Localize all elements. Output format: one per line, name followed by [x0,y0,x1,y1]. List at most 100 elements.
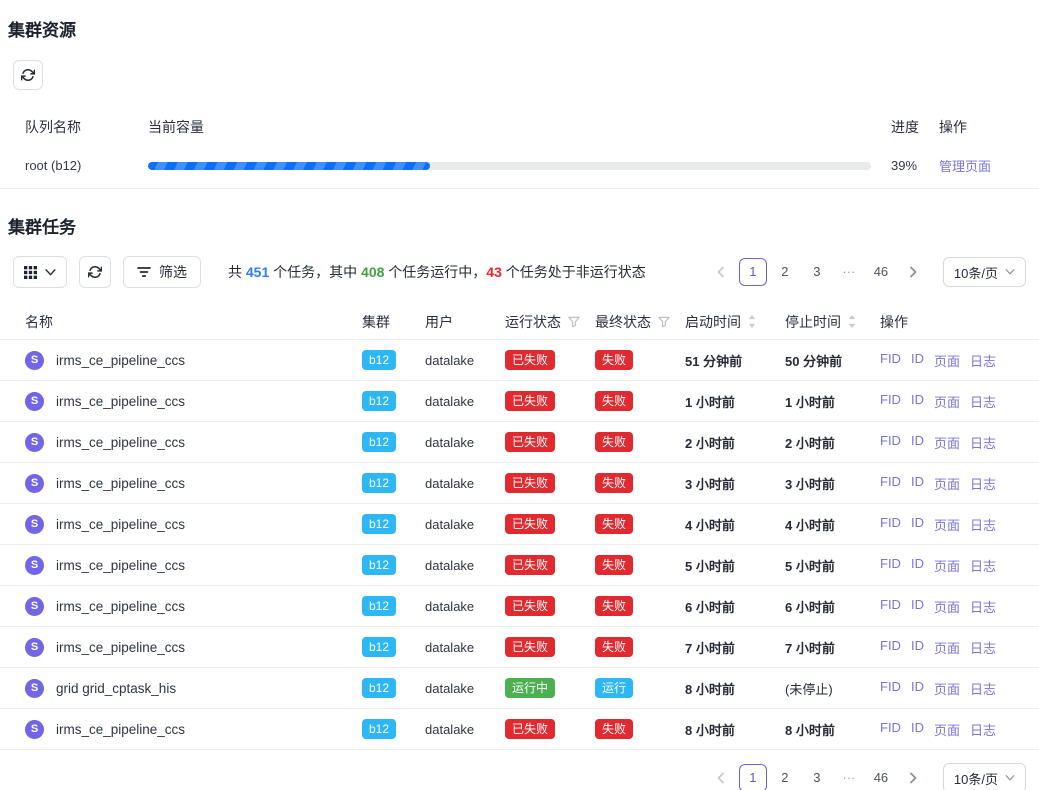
page-button-46[interactable]: 46 [867,258,895,286]
action-link-id[interactable]: ID [911,474,924,493]
avatar: S [25,638,44,657]
sort-icon[interactable] [748,315,756,328]
action-link-id[interactable]: ID [911,392,924,411]
action-link-id[interactable]: ID [911,351,924,370]
col-start-time: 启动时间 [685,312,785,332]
action-link-id[interactable]: ID [911,597,924,616]
action-link-id[interactable]: ID [911,556,924,575]
action-link-fid[interactable]: FID [880,433,901,452]
action-link-log[interactable]: 日志 [970,515,996,534]
run-status-badge: 已失败 [505,596,555,616]
stop-time: 50 分钟前 [785,351,880,370]
next-page-button[interactable] [899,764,927,790]
filter-funnel-icon[interactable] [568,316,580,328]
avatar: S [25,392,44,411]
action-link-fid[interactable]: FID [880,392,901,411]
action-link-id[interactable]: ID [911,679,924,698]
user-name: datalake [425,681,505,696]
page-button-3[interactable]: 3 [803,764,831,790]
col-cluster: 集群 [362,312,425,332]
action-link-page[interactable]: 页面 [934,556,960,575]
action-link-page[interactable]: 页面 [934,679,960,698]
task-name-cell: Sirms_ce_pipeline_ccs [25,351,362,370]
summary-text: 个任务运行中， [384,264,486,280]
action-link-log[interactable]: 日志 [970,433,996,452]
page-button-2[interactable]: 2 [771,764,799,790]
tasks-refresh-button[interactable] [79,256,111,288]
task-name: irms_ce_pipeline_ccs [56,394,185,409]
action-link-fid[interactable]: FID [880,720,901,739]
action-link-fid[interactable]: FID [880,597,901,616]
sort-icon[interactable] [848,315,856,328]
action-link-id[interactable]: ID [911,720,924,739]
start-time: 1 小时前 [685,392,785,411]
page-button-3[interactable]: 3 [803,258,831,286]
avatar: S [25,720,44,739]
row-actions: FID ID 页面日志 [880,433,1025,452]
page-button-1[interactable]: 1 [739,258,767,286]
table-row: Sgrid grid_cptask_hisb12datalake运行中运行8 小… [0,668,1039,709]
filter-button-label: 筛选 [159,262,187,282]
page-ellipsis[interactable]: ··· [835,764,863,790]
grid-icon [24,266,37,279]
cluster-resources-title: 集群资源 [8,16,1039,41]
action-link-page[interactable]: 页面 [934,392,960,411]
action-link-fid[interactable]: FID [880,679,901,698]
nonrunning-count: 43 [486,264,502,280]
final-status-badge: 失败 [595,432,633,452]
action-link-page[interactable]: 页面 [934,720,960,739]
action-link-log[interactable]: 日志 [970,556,996,575]
action-link-log[interactable]: 日志 [970,351,996,370]
filter-button[interactable]: 筛选 [123,256,201,288]
start-time: 8 小时前 [685,679,785,698]
row-actions: FID ID 页面日志 [880,638,1025,657]
final-status-badge: 失败 [595,719,633,739]
page-button-1[interactable]: 1 [739,764,767,790]
action-link-log[interactable]: 日志 [970,720,996,739]
action-link-page[interactable]: 页面 [934,474,960,493]
table-row: Sirms_ce_pipeline_ccsb12datalake已失败失败3 小… [0,463,1039,504]
col-stop-time: 停止时间 [785,312,880,332]
action-link-fid[interactable]: FID [880,351,901,370]
cluster-tag: b12 [362,350,396,370]
action-link-id[interactable]: ID [911,433,924,452]
table-row: Sirms_ce_pipeline_ccsb12datalake已失败失败5 小… [0,545,1039,586]
start-time: 4 小时前 [685,515,785,534]
action-link-log[interactable]: 日志 [970,392,996,411]
manage-page-link[interactable]: 管理页面 [939,159,991,174]
page-size-select[interactable]: 10条/页 [943,763,1026,790]
table-row: Sirms_ce_pipeline_ccsb12datalake已失败失败2 小… [0,422,1039,463]
action-link-fid[interactable]: FID [880,638,901,657]
action-link-fid[interactable]: FID [880,474,901,493]
action-link-page[interactable]: 页面 [934,638,960,657]
action-link-log[interactable]: 日志 [970,638,996,657]
action-link-page[interactable]: 页面 [934,515,960,534]
action-link-fid[interactable]: FID [880,556,901,575]
prev-page-button[interactable] [707,258,735,286]
action-link-id[interactable]: ID [911,515,924,534]
page-ellipsis[interactable]: ··· [835,258,863,286]
layout-dropdown-button[interactable] [13,256,67,288]
final-status-badge: 失败 [595,350,633,370]
task-name-cell: Sgrid grid_cptask_his [25,679,362,698]
progress-track [148,162,871,170]
table-row: Sirms_ce_pipeline_ccsb12datalake已失败失败7 小… [0,627,1039,668]
action-link-page[interactable]: 页面 [934,433,960,452]
tasks-summary: 共 451 个任务，其中 408 个任务运行中，43 个任务处于非运行状态 [228,262,646,282]
resources-refresh-button[interactable] [13,60,43,90]
run-status-badge: 运行中 [505,678,555,698]
page-size-select[interactable]: 10条/页 [943,257,1026,287]
action-link-page[interactable]: 页面 [934,351,960,370]
action-link-page[interactable]: 页面 [934,597,960,616]
page-button-2[interactable]: 2 [771,258,799,286]
action-link-log[interactable]: 日志 [970,597,996,616]
task-name-cell: Sirms_ce_pipeline_ccs [25,515,362,534]
page-button-46[interactable]: 46 [867,764,895,790]
prev-page-button[interactable] [707,764,735,790]
action-link-fid[interactable]: FID [880,515,901,534]
action-link-log[interactable]: 日志 [970,474,996,493]
action-link-id[interactable]: ID [911,638,924,657]
action-link-log[interactable]: 日志 [970,679,996,698]
next-page-button[interactable] [899,258,927,286]
filter-funnel-icon[interactable] [658,316,670,328]
